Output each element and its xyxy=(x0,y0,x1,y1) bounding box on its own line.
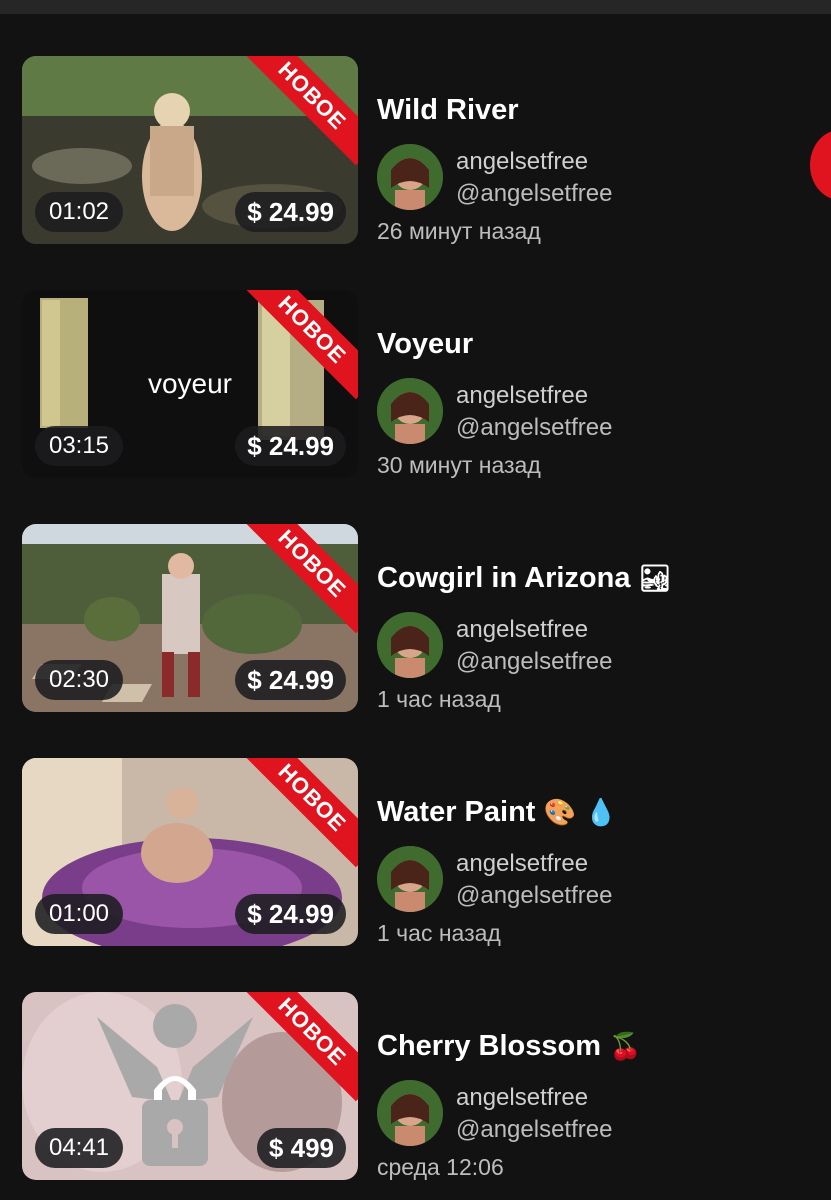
video-thumbnail[interactable]: НОВОЕ 02:30 $ 24.99 xyxy=(22,524,358,712)
video-title[interactable]: Cherry Blossom 🍒 xyxy=(377,1030,641,1063)
video-thumbnail[interactable]: НОВОЕ 04:41 $ 499 xyxy=(22,992,358,1180)
author-handle[interactable]: @angelsetfree xyxy=(456,882,612,910)
duration-label: 01:02 xyxy=(35,192,123,232)
video-title[interactable]: Cowgirl in Arizona 🏜 xyxy=(377,562,672,595)
post-time: 26 минут назад xyxy=(377,218,541,244)
post-time: среда 12:06 xyxy=(377,1154,504,1180)
video-thumbnail[interactable]: voyeur НОВОЕ 03:15 $ 24.99 xyxy=(22,290,358,478)
duration-label: 01:00 xyxy=(35,894,123,934)
title-emoji: 🎨 💧 xyxy=(543,798,618,828)
top-bar xyxy=(0,0,831,14)
author-name[interactable]: angelsetfree xyxy=(456,382,588,410)
title-emoji: 🏜 xyxy=(638,564,672,594)
price-label: $ 24.99 xyxy=(235,660,346,700)
author-handle[interactable]: @angelsetfree xyxy=(456,414,612,442)
price-label: $ 24.99 xyxy=(235,894,346,934)
author-name[interactable]: angelsetfree xyxy=(456,850,588,878)
video-thumbnail[interactable]: НОВОЕ 01:02 $ 24.99 xyxy=(22,56,358,244)
video-item[interactable]: НОВОЕ 01:02 $ 24.99 Wild River angelsetf… xyxy=(22,56,822,246)
price-label: $ 24.99 xyxy=(235,192,346,232)
author-name[interactable]: angelsetfree xyxy=(456,1084,588,1112)
price-label: $ 499 xyxy=(256,1128,346,1168)
price-label: $ 24.99 xyxy=(235,426,346,466)
video-item[interactable]: НОВОЕ 01:00 $ 24.99 Water Paint 🎨 💧 angel… xyxy=(22,758,822,948)
post-time: 30 минут назад xyxy=(377,452,541,478)
thumbnail-caption: voyeur xyxy=(147,368,233,399)
post-time: 1 час назад xyxy=(377,920,501,946)
author-handle[interactable]: @angelsetfree xyxy=(456,180,612,208)
video-thumbnail[interactable]: НОВОЕ 01:00 $ 24.99 xyxy=(22,758,358,946)
author-name[interactable]: angelsetfree xyxy=(456,148,588,176)
video-item[interactable]: voyeur НОВОЕ 03:15 $ 24.99 Voyeur angels… xyxy=(22,290,822,480)
post-time: 1 час назад xyxy=(377,686,501,712)
avatar[interactable] xyxy=(377,612,443,678)
avatar[interactable] xyxy=(377,846,443,912)
video-title[interactable]: Wild River xyxy=(377,94,527,127)
video-title[interactable]: Voyeur xyxy=(377,328,481,361)
duration-label: 02:30 xyxy=(35,660,123,700)
author-name[interactable]: angelsetfree xyxy=(456,616,588,644)
avatar[interactable] xyxy=(377,144,443,210)
author-handle[interactable]: @angelsetfree xyxy=(456,1116,612,1144)
title-emoji: 🍒 xyxy=(609,1032,642,1062)
avatar[interactable] xyxy=(377,378,443,444)
author-handle[interactable]: @angelsetfree xyxy=(456,648,612,676)
video-item[interactable]: НОВОЕ 04:41 $ 499 Cherry Blossom 🍒 angels… xyxy=(22,992,822,1182)
video-item[interactable]: НОВОЕ 02:30 $ 24.99 Cowgirl in Arizona 🏜 … xyxy=(22,524,822,714)
duration-label: 03:15 xyxy=(35,426,123,466)
avatar[interactable] xyxy=(377,1080,443,1146)
duration-label: 04:41 xyxy=(35,1128,123,1168)
video-title[interactable]: Water Paint 🎨 💧 xyxy=(377,796,617,829)
